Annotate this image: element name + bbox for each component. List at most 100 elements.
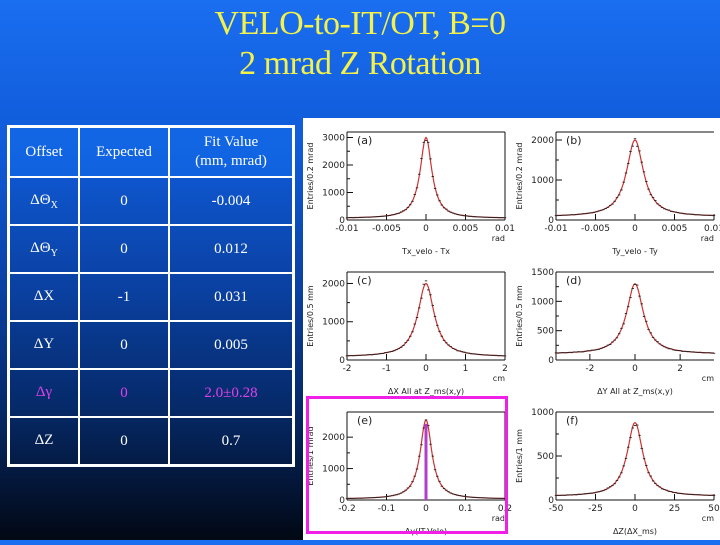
table-header-row: Offset Expected Fit Value (mm, mrad) [7, 125, 295, 178]
plot-f: 0 500 1000 -50 -25 0 25 50 cm ΔZ(ΔX_ms) Entries/1 … [512, 400, 720, 540]
fit-curve [347, 136, 505, 219]
fit-cell: 0.012 [168, 224, 295, 274]
expected-cell: -1 [78, 272, 170, 322]
x-tick-label: 0.2 [498, 504, 512, 514]
fit-cell: 0.031 [168, 272, 295, 322]
x-tick-label: 0 [632, 504, 638, 514]
x-tick-label: -0.005 [372, 224, 401, 234]
x-tick-label: 0 [423, 364, 429, 374]
y-tick-label: 500 [537, 327, 554, 337]
y-axis-label: Entries/1 mrad [306, 426, 315, 485]
fit-curve [556, 139, 714, 217]
plot-svg: 010002000-0.01-0.00500.0050.01radTy_velo… [515, 131, 720, 256]
y-tick-label: 1000 [531, 176, 554, 186]
y-tick-label: 1000 [531, 408, 554, 418]
x-tick-label: -25 [588, 504, 603, 514]
offset-symbol: ΔX [33, 287, 55, 304]
x-axis-label: Δγ(IT-Velo) [405, 527, 447, 536]
x-tick-label: 0 [423, 224, 429, 234]
fit-cell: 0.7 [168, 416, 295, 467]
x-tick-label: 0.1 [458, 504, 472, 514]
x-axis-label: ΔX All at Z_ms(x,y) [388, 387, 464, 396]
plot-c: 0 1000 2000 -2 -1 0 1 2 cm ΔX All at Z_ms(x,y) Ent… [303, 260, 511, 400]
x-axis-label: Tx_velo - Tx [401, 247, 450, 256]
x-tick-label: 0.005 [662, 224, 688, 234]
table-row: ΔZ 0 0.7 [7, 416, 295, 467]
x-tick-label: -0.005 [581, 224, 610, 234]
header-expected: Expected [78, 125, 170, 178]
y-tick-label: 500 [537, 452, 554, 462]
x-tick-label: 0.01 [704, 224, 720, 234]
table-row: ΔΘY 0 0.012 [7, 224, 295, 274]
offset-symbol: ΔΘ [30, 191, 51, 208]
offset-subscript: Y [50, 247, 58, 259]
x-tick-label: 2 [502, 364, 508, 374]
plot-e: 0 1000 2000 -0.2 -0.1 0 0.1 0.2 rad Δγ(IT-Velo) En… [303, 400, 512, 540]
x-tick-label: 0.005 [453, 224, 479, 234]
header-fit-value: Fit Value (mm, mrad) [168, 125, 295, 178]
expected-cell: 0 [78, 416, 170, 467]
data-points [554, 284, 716, 354]
x-tick-label: -0.01 [335, 224, 358, 234]
plot-svg: 0100020003000-0.01 -0.005 0 0.005 0.01radTx_… [306, 131, 515, 256]
x-unit-label: rad [701, 234, 714, 243]
x-tick-label: 0 [632, 364, 638, 374]
plots-panel: 0 1000 2000 3000 -0.01 -0.005 0 0.005 0.01 rad Tx_… [303, 118, 720, 540]
plot-a: 0 1000 2000 3000 -0.01 -0.005 0 0.005 0.01 rad Tx_… [303, 120, 515, 260]
fit-cell: 0.005 [168, 320, 295, 370]
title-line-1: VELO-to-IT/OT, B=0 [214, 5, 506, 42]
y-tick-label: 1000 [322, 318, 345, 328]
y-tick-label: 0 [548, 356, 554, 366]
expected-cell: 0 [78, 368, 170, 418]
offset-symbol: ΔΘ [30, 239, 51, 256]
offset-cell: ΔZ [7, 416, 80, 467]
y-tick-label: 1000 [322, 465, 345, 475]
title-line-2: 2 mrad Z Rotation [239, 45, 481, 82]
x-tick-label: -50 [549, 504, 564, 514]
x-unit-label: cm [702, 514, 714, 523]
data-points [345, 280, 507, 357]
offset-symbol: ΔZ [34, 431, 54, 448]
table-row: Δγ 0 2.0±0.28 [7, 368, 295, 418]
x-tick-label: 50 [708, 504, 720, 514]
expected-cell: 0 [78, 320, 170, 370]
x-tick-label: -1 [382, 364, 391, 374]
offset-subscript: X [50, 199, 58, 211]
y-tick-label: 2000 [322, 279, 345, 289]
fit-curve [556, 421, 714, 496]
offset-cell: ΔX [7, 272, 80, 322]
x-axis-label: ΔY All at Z_ms(x,y) [597, 387, 673, 396]
expected-cell: 0 [78, 176, 170, 226]
plot-svg: 05001000-50 -25 0 25 50cmΔZ(ΔX_ms)Entries/1 … [515, 408, 720, 536]
x-tick-label: -2 [343, 364, 352, 374]
offset-cell: ΔY [7, 320, 80, 370]
fit-curve [347, 282, 505, 357]
plot-svg: 0 500 1000 1500 -2 0 2 cm ΔY All at Z_ms(x,y) Ent… [515, 268, 716, 396]
plot-d: 0 500 1000 1500 -2 0 2 cm ΔY All at Z_ms(x,y) Ent… [512, 260, 720, 400]
x-tick-label: -0.1 [378, 504, 396, 514]
offset-cell: ΔΘX [7, 176, 80, 226]
x-axis-label: Ty_velo - Ty [611, 247, 658, 256]
offsets-table: Offset Expected Fit Value (mm, mrad) ΔΘX… [7, 125, 295, 467]
y-tick-label: 1500 [531, 268, 554, 278]
panel-label: (c) [357, 274, 372, 287]
fit-cell: -0.004 [168, 176, 295, 226]
table-row: ΔX -1 0.031 [7, 272, 295, 322]
x-axis-label: ΔZ(ΔX_ms) [613, 527, 657, 536]
y-axis-label: Entries/0.5 mm [515, 285, 524, 347]
header-offset: Offset [7, 125, 80, 178]
x-unit-label: cm [493, 374, 505, 383]
y-tick-label: 2000 [322, 433, 345, 443]
x-tick-label: 0 [632, 224, 638, 234]
header-fit-value-label: Fit Value [203, 134, 259, 150]
x-unit-label: rad [492, 234, 505, 243]
x-tick-label: 25 [669, 504, 680, 514]
panel-label: (f) [566, 414, 578, 427]
plot-b: 010002000-0.01-0.00500.0050.01radTy_velo… [512, 120, 720, 260]
fit-curve [556, 282, 714, 354]
y-axis-label: Entries/0.2 mrad [306, 143, 315, 210]
y-axis-label: Entries/0.2 mrad [515, 143, 524, 210]
plot-svg: 010002000-2 -1 0 1 2cmΔX All at Z_ms(x,y)Ent… [306, 271, 508, 396]
data-points [554, 138, 716, 217]
y-tick-label: 3000 [322, 134, 345, 144]
